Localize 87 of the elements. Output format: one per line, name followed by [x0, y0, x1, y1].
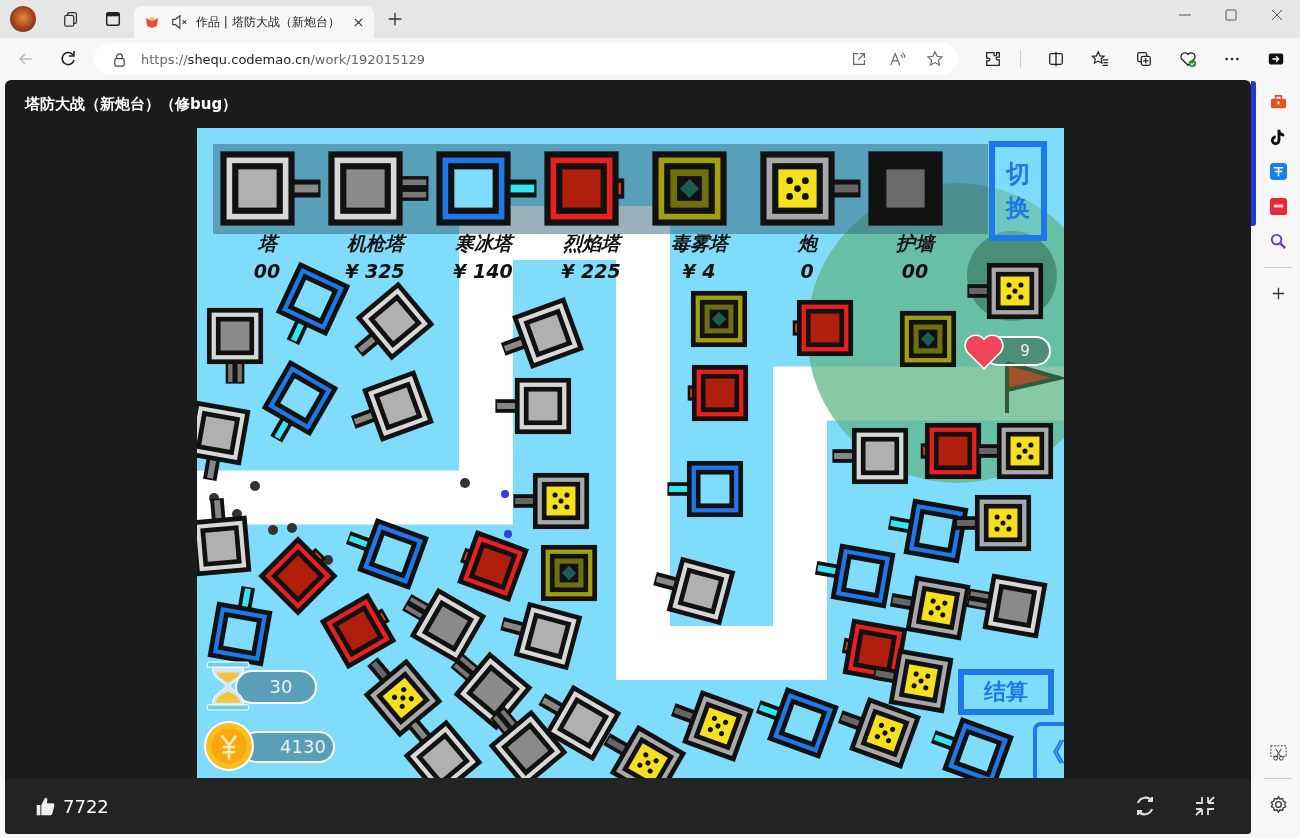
- tower-price: ¥ 140: [452, 259, 514, 284]
- tower-price: ¥ 4: [681, 259, 717, 284]
- tower-drawing[interactable]: [345, 518, 429, 590]
- tab-actions-icon[interactable]: [104, 10, 122, 28]
- tower-name: 烈焰塔: [541, 229, 641, 257]
- tower-drawing[interactable]: [967, 262, 1044, 320]
- favorite-star-icon[interactable]: [926, 50, 944, 68]
- tower-drawing[interactable]: [899, 310, 957, 368]
- scrollbar-thumb[interactable]: [1251, 81, 1256, 226]
- tower-drawing[interactable]: [206, 307, 264, 384]
- tower-drawing[interactable]: [887, 498, 969, 564]
- tower-drawing[interactable]: [977, 422, 1054, 480]
- tower-drawing[interactable]: [667, 460, 744, 518]
- tower-drawing[interactable]: [832, 427, 909, 485]
- tower-drawing[interactable]: [495, 377, 572, 435]
- tower-name: 寒冰塔: [433, 229, 533, 257]
- tower-price: 00: [900, 259, 930, 284]
- tower-drawing[interactable]: [350, 370, 434, 442]
- exit-fullscreen-icon[interactable]: [1193, 794, 1217, 818]
- tower-drawing[interactable]: [261, 359, 339, 443]
- site-logo-icon: [144, 14, 160, 30]
- browser-essentials-icon[interactable]: [1179, 50, 1197, 68]
- toolbox-icon[interactable]: [1268, 92, 1288, 111]
- tower-drawing[interactable]: [920, 422, 982, 480]
- new-tab-icon[interactable]: [386, 10, 404, 28]
- flag-icon: [1005, 361, 1064, 415]
- translate-icon[interactable]: [1268, 162, 1288, 181]
- tower-drawing[interactable]: [402, 587, 487, 665]
- tower-drawing[interactable]: [755, 687, 839, 759]
- game-screen[interactable]: 塔 00 机枪塔 ¥ 325 寒冰塔 ¥ 140 烈焰塔 ¥ 225 毒雾塔 ¥ 4 炮 0 护墙 00 切换 结算 《 9 30 4130: [197, 128, 1064, 778]
- tower-drawing[interactable]: [889, 575, 971, 641]
- split-screen-icon[interactable]: [1047, 50, 1065, 68]
- tower-drawing[interactable]: [687, 364, 749, 422]
- collections-icon[interactable]: [62, 10, 80, 28]
- tower-drawing[interactable]: [955, 494, 1032, 552]
- tower-name: 毒雾塔: [649, 229, 749, 257]
- profile-avatar[interactable]: [10, 6, 36, 32]
- extensions-icon[interactable]: [984, 50, 1002, 68]
- tower-drawing[interactable]: [792, 299, 854, 357]
- settings-icon[interactable]: [1268, 795, 1288, 814]
- enemy-dot: [323, 555, 333, 565]
- enemy-dot: [250, 481, 260, 491]
- tower-drawing[interactable]: [540, 544, 598, 602]
- yen-coin-icon: [203, 720, 255, 772]
- app-icon[interactable]: [1268, 197, 1288, 216]
- collections-icon[interactable]: [1135, 50, 1153, 68]
- tower-price: ¥ 225: [560, 259, 622, 284]
- address-field[interactable]: https://shequ.codemao.cn/work/192015129: [94, 43, 958, 75]
- tower-price: 0: [799, 259, 815, 284]
- tower-drawing[interactable]: [872, 648, 954, 714]
- lock-icon[interactable]: [112, 51, 127, 67]
- screenshot-icon[interactable]: [1268, 743, 1288, 762]
- tower-drawing[interactable]: [814, 543, 896, 609]
- tower-price: ¥ 325: [344, 259, 406, 284]
- search-icon[interactable]: [1268, 232, 1288, 251]
- tower-drawing[interactable]: [653, 556, 736, 626]
- tower-name: 炮: [796, 231, 820, 256]
- tower-price: 00: [252, 259, 282, 284]
- tower-drawing[interactable]: [690, 290, 748, 348]
- tower-drawing[interactable]: [500, 601, 583, 671]
- muted-speaker-icon[interactable]: [170, 13, 188, 31]
- browser-tab[interactable]: 作品 | 塔防大战（新炮台）: [134, 6, 374, 38]
- bullet-dot: [504, 530, 512, 538]
- tower-drawing[interactable]: [513, 472, 590, 530]
- open-in-app-icon[interactable]: [850, 50, 868, 68]
- hourglass-icon: [205, 661, 251, 711]
- work-title: 塔防大战（新炮台）（修bug）: [23, 94, 239, 115]
- read-aloud-icon[interactable]: [888, 50, 906, 68]
- tower-name: 塔: [217, 229, 317, 257]
- tower-drawing[interactable]: [966, 573, 1048, 639]
- bullet-dot: [501, 490, 509, 498]
- tower-drawing[interactable]: [837, 697, 921, 769]
- tower-drawing[interactable]: [207, 585, 273, 667]
- like-count: 7722: [63, 795, 109, 817]
- tab-title: 作品 | 塔防大战（新炮台）: [196, 13, 341, 31]
- enemy-dot: [268, 525, 278, 535]
- enemy-dot: [287, 523, 297, 533]
- favorites-icon[interactable]: [1091, 50, 1109, 68]
- tower-name: 护墙: [895, 231, 937, 256]
- close-icon[interactable]: [353, 16, 364, 28]
- tower-drawing[interactable]: [197, 400, 251, 482]
- tower-drawing[interactable]: [670, 690, 754, 762]
- tower-name: 机枪塔: [325, 229, 425, 257]
- heart-icon: [963, 333, 1005, 371]
- tower-drawing[interactable]: [500, 297, 584, 369]
- tower-drawing[interactable]: [197, 498, 252, 577]
- enemy-dot: [460, 478, 470, 488]
